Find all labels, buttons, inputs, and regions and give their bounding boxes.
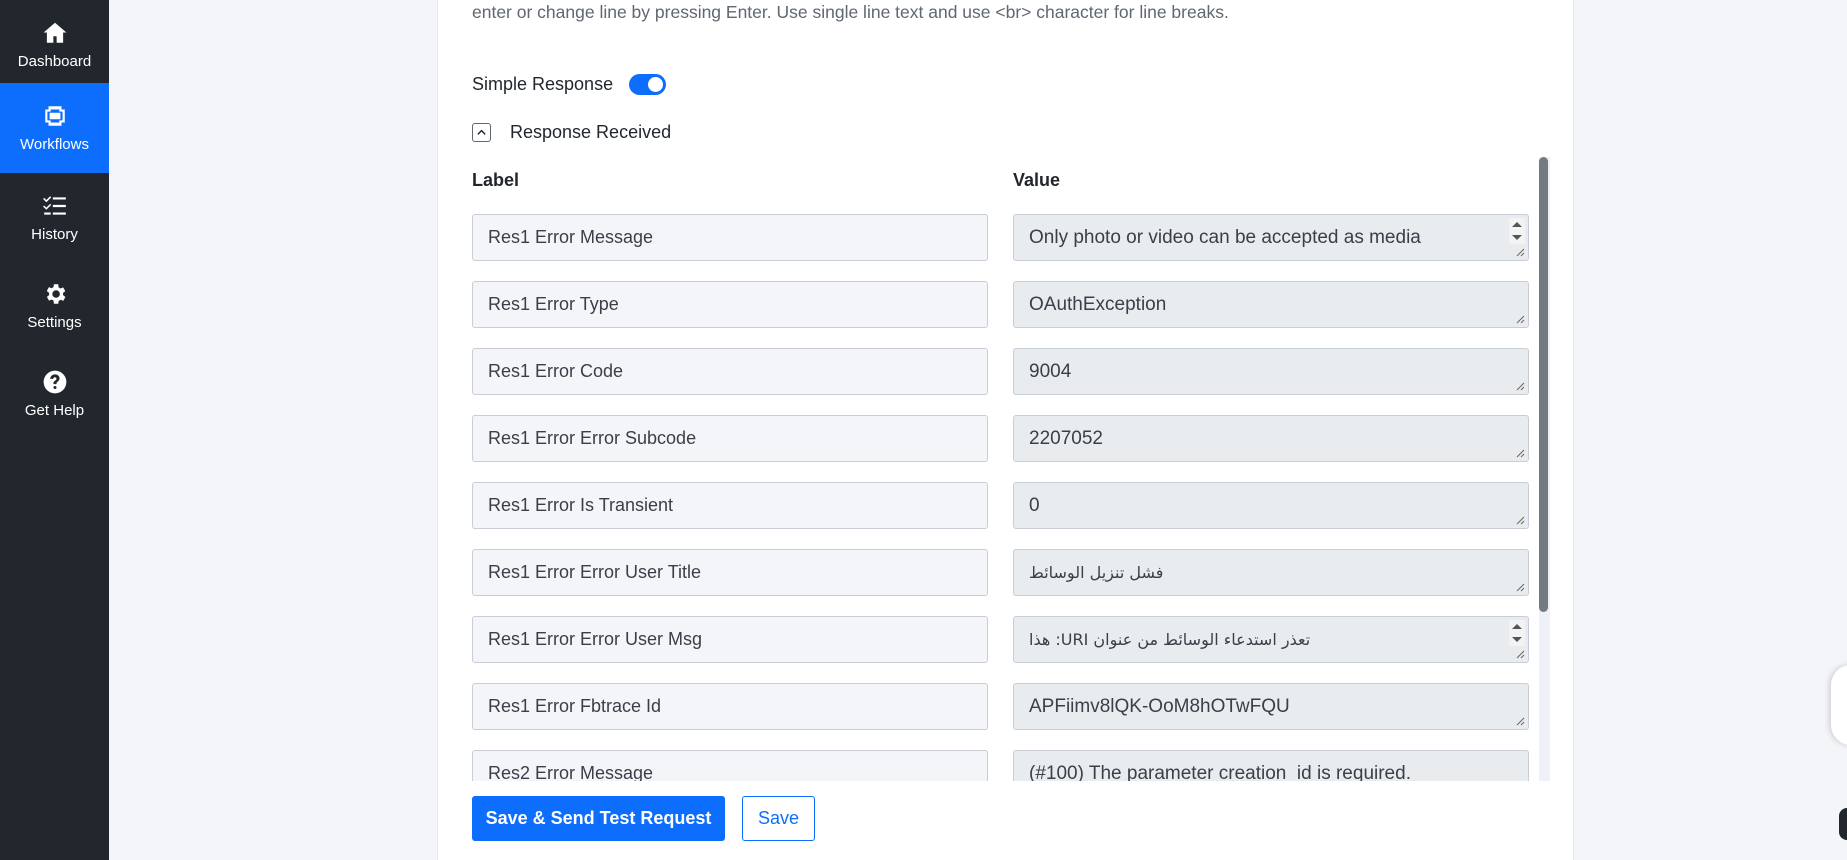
field-value-text: تعذر استدعاء الوسائط من عنوان URI: هذا xyxy=(1029,630,1311,649)
sidebar-item-history[interactable]: History xyxy=(0,173,109,263)
field-label-input[interactable]: Res1 Error Is Transient xyxy=(472,482,988,529)
field-value-text: APFiimv8lQK-OoM8hOTwFQU xyxy=(1029,695,1290,717)
description-text: enter or change line by pressing Enter. … xyxy=(472,2,1229,22)
sidebar-item-label: Workflows xyxy=(20,136,89,153)
sidebar-item-workflows[interactable]: Workflows xyxy=(0,83,109,173)
resize-grip-icon[interactable] xyxy=(1516,449,1525,458)
response-fields-list[interactable]: Res1 Error Message Only photo or video c… xyxy=(472,204,1538,781)
field-value-textarea[interactable]: 0 xyxy=(1013,482,1529,529)
field-value-textarea[interactable]: APFiimv8lQK-OoM8hOTwFQU xyxy=(1013,683,1529,730)
sidebar-item-settings[interactable]: Settings xyxy=(0,261,109,351)
field-label-input[interactable]: Res1 Error Error User Msg xyxy=(472,616,988,663)
response-received-row: Response Received xyxy=(472,122,671,143)
field-value-textarea[interactable]: (#100) The parameter creation_id is requ… xyxy=(1013,750,1529,781)
save-and-send-test-button[interactable]: Save & Send Test Request xyxy=(472,796,725,841)
response-card: enter or change line by pressing Enter. … xyxy=(437,0,1574,860)
chat-launcher-edge[interactable] xyxy=(1839,808,1847,840)
textarea-scroll-arrows[interactable] xyxy=(1509,218,1525,244)
field-value-text: 9004 xyxy=(1029,360,1072,382)
field-label-input[interactable]: Res1 Error Fbtrace Id xyxy=(472,683,988,730)
field-value-text: Only photo or video can be accepted as m… xyxy=(1029,226,1421,248)
home-icon xyxy=(43,22,66,43)
field-value-text: OAuthException xyxy=(1029,293,1167,315)
sidebar-item-get-help[interactable]: Get Help xyxy=(0,349,109,439)
resize-grip-icon[interactable] xyxy=(1516,516,1525,525)
field-value-text: 0 xyxy=(1029,494,1040,516)
field-value-textarea[interactable]: 9004 xyxy=(1013,348,1529,395)
sidebar-item-label: Settings xyxy=(27,314,82,331)
field-value-textarea[interactable]: OAuthException xyxy=(1013,281,1529,328)
resize-grip-icon[interactable] xyxy=(1516,315,1525,324)
field-value-text: 2207052 xyxy=(1029,427,1103,449)
field-label-input[interactable]: Res2 Error Message xyxy=(472,750,988,781)
field-label-input[interactable]: Res1 Error Error Subcode xyxy=(472,415,988,462)
history-icon xyxy=(42,196,66,215)
field-label-input[interactable]: Res1 Error Code xyxy=(472,348,988,395)
value-column-header: Value xyxy=(1013,170,1061,190)
resize-grip-icon[interactable] xyxy=(1516,650,1525,659)
response-field-row: Res1 Error Code 9004 xyxy=(472,338,1538,395)
simple-response-label: Simple Response xyxy=(472,74,614,94)
chevron-up-icon xyxy=(477,129,486,135)
response-field-row: Res1 Error Fbtrace Id APFiimv8lQK-OoM8hO… xyxy=(472,673,1538,730)
response-field-row: Res2 Error Message (#100) The parameter … xyxy=(472,740,1538,781)
label-column-header: Label xyxy=(472,170,520,190)
field-value-textarea[interactable]: فشل تنزيل الوسائط xyxy=(1013,549,1529,596)
fields-scrollbar-thumb[interactable] xyxy=(1539,157,1548,612)
field-value-text: فشل تنزيل الوسائط xyxy=(1029,563,1164,582)
textarea-scroll-arrows[interactable] xyxy=(1509,620,1525,646)
sidebar-item-dashboard[interactable]: Dashboard xyxy=(0,0,109,90)
response-field-row: Res1 Error Type OAuthException xyxy=(472,271,1538,328)
resize-grip-icon[interactable] xyxy=(1516,382,1525,391)
save-button[interactable]: Save xyxy=(742,796,815,841)
sidebar-item-label: History xyxy=(31,226,78,243)
field-value-textarea[interactable]: تعذر استدعاء الوسائط من عنوان URI: هذا xyxy=(1013,616,1529,663)
collapse-toggle-button[interactable] xyxy=(472,123,491,142)
response-field-row: Res1 Error Error User Msg تعذر استدعاء ا… xyxy=(472,606,1538,663)
sidebar-item-label: Get Help xyxy=(24,402,85,419)
field-value-textarea[interactable]: 2207052 xyxy=(1013,415,1529,462)
response-field-row: Res1 Error Error User Title فشل تنزيل ال… xyxy=(472,539,1538,596)
response-field-row: Res1 Error Is Transient 0 xyxy=(472,472,1538,529)
workflow-icon xyxy=(44,106,65,126)
response-field-row: Res1 Error Error Subcode 2207052 xyxy=(472,405,1538,462)
resize-grip-icon[interactable] xyxy=(1516,717,1525,726)
response-received-label: Response Received xyxy=(510,122,672,142)
simple-response-row: Simple Response xyxy=(472,74,667,95)
field-label-input[interactable]: Res1 Error Type xyxy=(472,281,988,328)
help-icon xyxy=(43,370,66,394)
gear-icon xyxy=(46,284,65,304)
sidebar: Dashboard Workflows History Settings Get… xyxy=(0,0,109,860)
field-value-textarea[interactable]: Only photo or video can be accepted as m… xyxy=(1013,214,1529,261)
response-field-row: Res1 Error Message Only photo or video c… xyxy=(472,204,1538,261)
simple-response-toggle[interactable] xyxy=(629,74,667,95)
sidebar-item-label: Dashboard xyxy=(17,53,92,70)
field-label-input[interactable]: Res1 Error Message xyxy=(472,214,988,261)
toggle-knob xyxy=(648,77,664,92)
field-label-input[interactable]: Res1 Error Error User Title xyxy=(472,549,988,596)
resize-grip-icon[interactable] xyxy=(1516,583,1525,592)
resize-grip-icon[interactable] xyxy=(1516,248,1525,257)
field-value-text: (#100) The parameter creation_id is requ… xyxy=(1029,762,1411,782)
floating-edge-widget[interactable] xyxy=(1831,665,1847,745)
